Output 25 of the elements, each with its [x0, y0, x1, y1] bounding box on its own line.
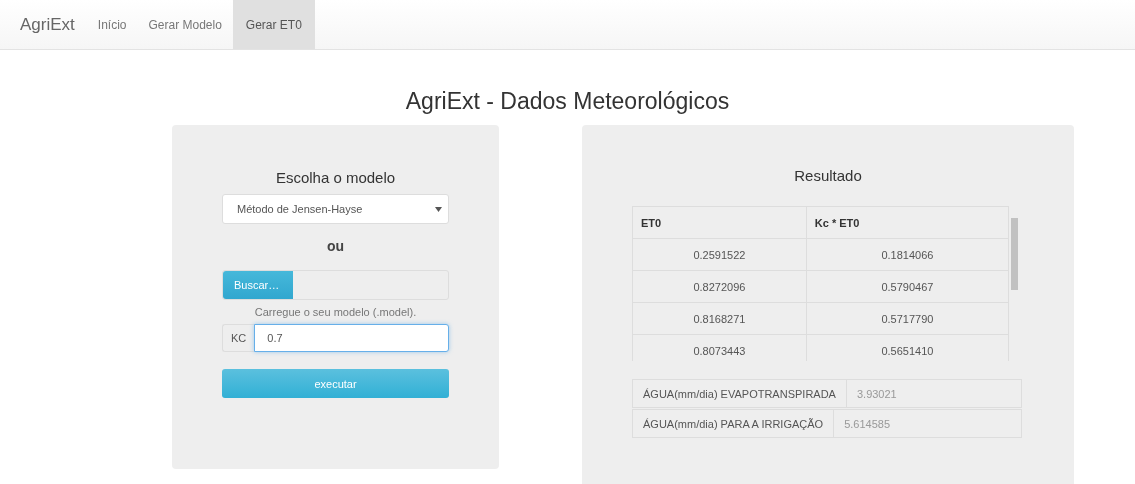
table-cell: 0.5717790 — [806, 302, 1009, 335]
nav-tab[interactable]: Início — [86, 0, 138, 49]
panel-heading: Escolha o modelo — [275, 169, 396, 186]
browse-button[interactable]: Buscar… — [223, 271, 293, 299]
nav-tab[interactable]: Gerar Modelo — [137, 0, 233, 49]
kc-input-field[interactable]: 0.7 — [254, 324, 449, 352]
brand-link[interactable]: AgriExt — [10, 0, 87, 49]
caret-icon — [435, 206, 442, 212]
table-cell: 0.5790467 — [806, 270, 1009, 303]
run-button[interactable]: executar — [222, 369, 449, 398]
table-cell: 0.8073443 — [632, 334, 807, 361]
column-header: Kc * ET0 — [806, 206, 1009, 239]
page-title: AgriExt - Dados Meteorológicos — [404, 88, 731, 115]
model-select[interactable]: Método de Jensen-Hayse — [222, 194, 449, 224]
nav-tab[interactable]: Gerar ET0 — [232, 0, 315, 49]
table-cell: 0.8272096 — [632, 270, 807, 303]
help-text: Carregue o seu modelo (.model). — [254, 306, 417, 318]
file-input[interactable]: Buscar… — [222, 270, 449, 300]
column-header: ET0 — [632, 206, 807, 239]
table-cell: 0.1814066 — [806, 238, 1009, 271]
table-cell: 0.2591522 — [632, 238, 807, 271]
table-cell: 0.8168271 — [632, 302, 807, 335]
panel-heading: Resultado — [794, 167, 862, 184]
or-separator: ou — [326, 238, 345, 254]
output-label: ÁGUA(mm/dia) EVAPOTRANSPIRADA — [633, 380, 847, 407]
